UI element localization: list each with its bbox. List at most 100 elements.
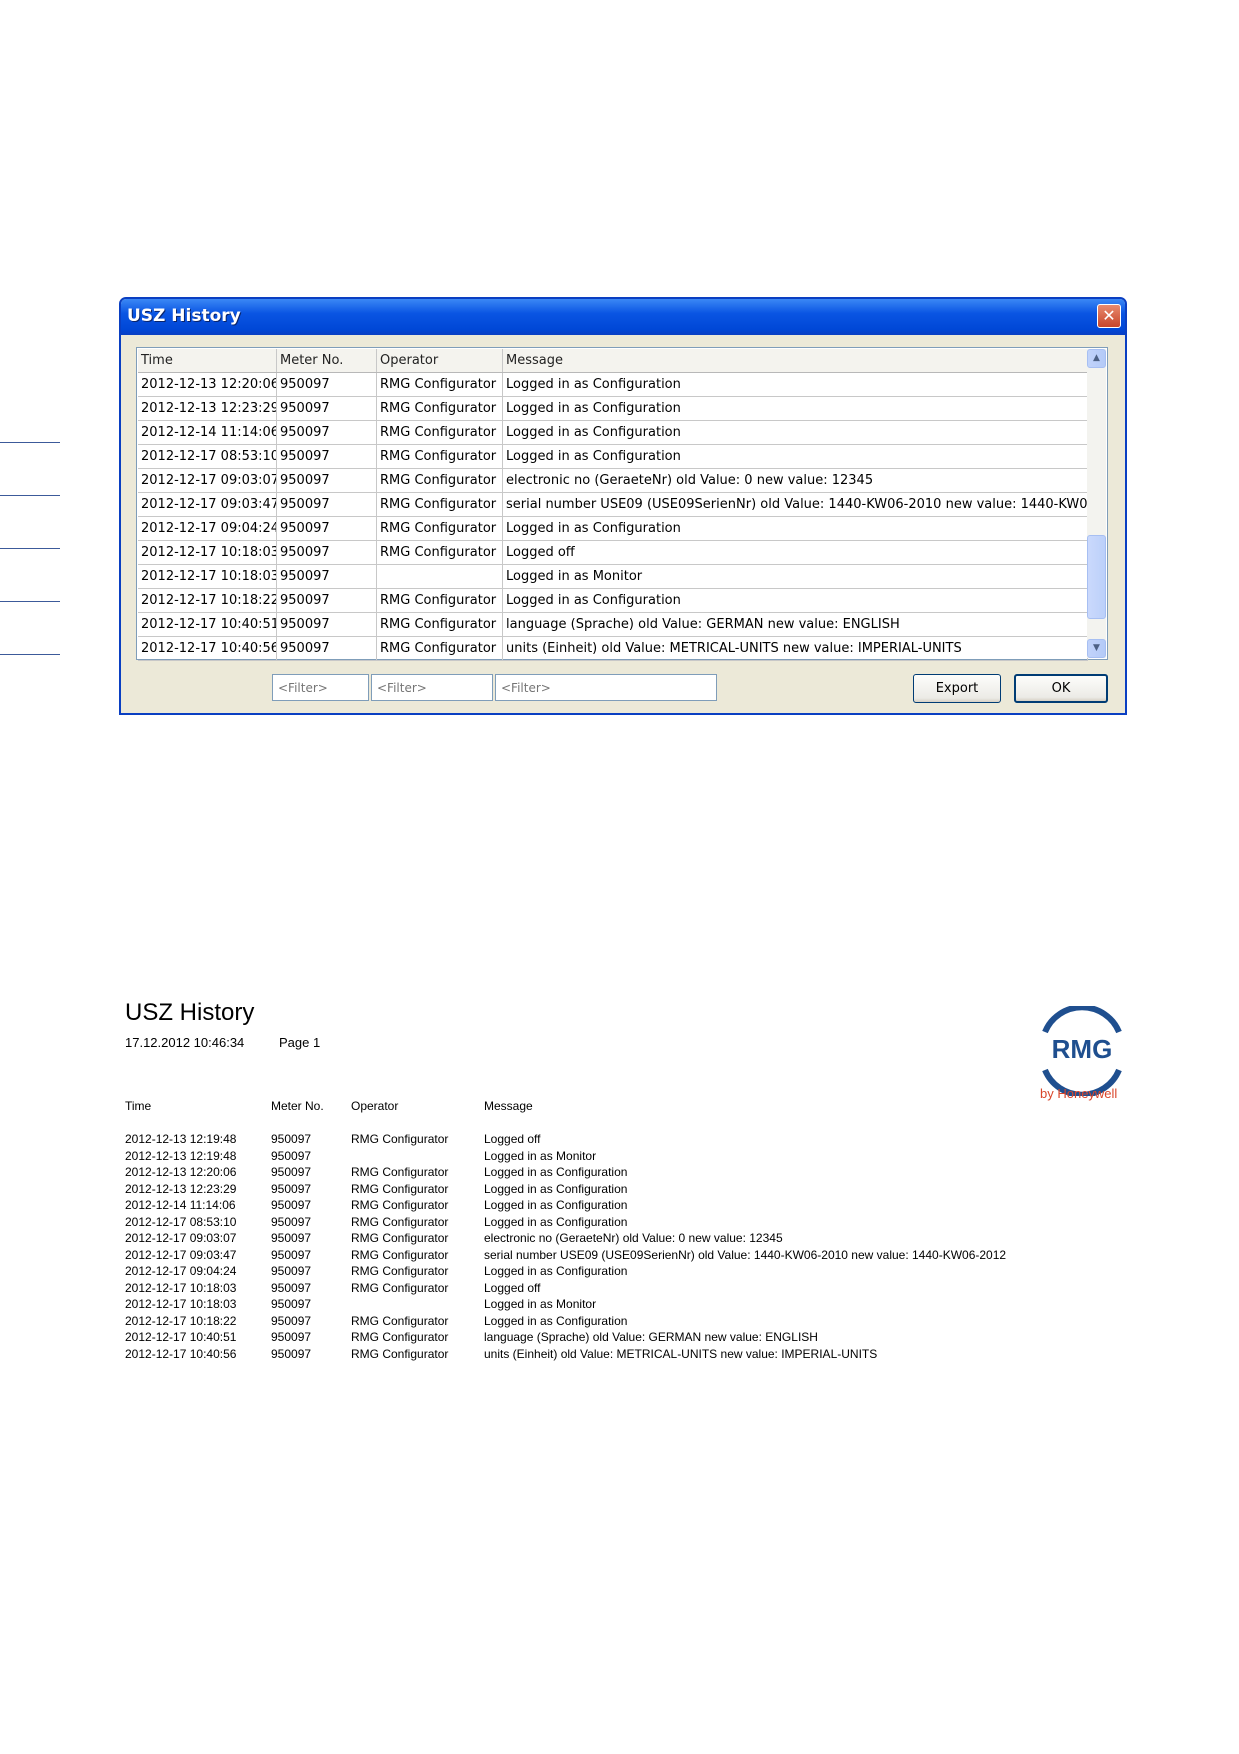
vertical-scrollbar[interactable]: ▲ ▼ [1087,349,1106,658]
list-item: 2012-12-17 10:40:56 950097 RMG Configurato… [125,1347,1104,1361]
scroll-up-icon[interactable]: ▲ [1087,349,1106,368]
cell-time: 2012-12-17 10:40:51 [138,613,277,636]
logo-arc-top [1042,1006,1122,1034]
cell-meter-no: 950097 [277,445,377,468]
table-row[interactable]: 2012-12-17 10:18:03 950097 RMG Configurato… [138,541,1088,565]
table-row[interactable]: 2012-12-13 12:20:06 950097 RMG Configurato… [138,373,1088,397]
title-bar[interactable]: USZ History ✕ [121,299,1125,335]
cell-operator: RMG Configurator [377,589,503,612]
list-item: 2012-12-17 10:18:03 950097 Logged in as Mo… [125,1297,1104,1311]
report-cell-message: Logged in as Configuration [484,1214,628,1229]
cell-operator: RMG Configurator [377,541,503,564]
report-cell-meter-no: 950097 [271,1264,312,1278]
report-cell-operator: RMG Configurator [351,1231,449,1245]
report-cell-time: 2012-12-17 09:04:24 [125,1264,237,1278]
cell-message: language (Sprache) old Value: GERMAN new… [503,613,1088,636]
report-col-message: Message [484,1099,533,1113]
cell-time: 2012-12-17 09:03:07 [138,469,277,492]
list-item: 2012-12-17 10:18:03 950097 RMG Configurato… [125,1281,1104,1295]
report-cell-operator: RMG Configurator [351,1165,449,1179]
table-row[interactable]: 2012-12-14 11:14:06 950097 RMG Configurato… [138,421,1088,445]
report-cell-operator [351,1149,484,1163]
export-button[interactable]: Export [913,674,1001,703]
report-header: Time Meter No. Operator Message [125,1099,1104,1113]
cell-time: 2012-12-14 11:14:06 [138,421,277,444]
table-row[interactable]: 2012-12-17 09:03:07 950097 RMG Configurato… [138,469,1088,493]
list-item: 2012-12-13 12:23:29 950097 RMG Configurato… [125,1182,1104,1196]
cell-meter-no: 950097 [277,421,377,444]
column-header-operator[interactable]: Operator [377,349,503,372]
table-row[interactable]: 2012-12-17 09:03:47 950097 RMG Configurato… [138,493,1088,517]
ok-button[interactable]: OK [1014,674,1108,703]
table-row[interactable]: 2012-12-17 10:40:51 950097 RMG Configurato… [138,613,1088,637]
cell-message: units (Einheit) old Value: METRICAL-UNIT… [503,637,1088,660]
report-cell-operator: RMG Configurator [351,1280,449,1295]
report-cell-message: Logged in as Configuration [484,1198,628,1212]
column-header-meter-no[interactable]: Meter No. [277,349,377,372]
cell-operator: RMG Configurator [377,613,503,636]
list-item: 2012-12-17 10:40:51 950097 RMG Configurato… [125,1330,1104,1344]
report-cell-time: 2012-12-17 08:53:10 [125,1214,237,1229]
cell-meter-no: 950097 [277,397,377,420]
report-cell-meter-no: 950097 [271,1148,312,1163]
report-cell-message: Logged in as Monitor [484,1148,597,1163]
table-row[interactable]: 2012-12-17 10:18:03 950097 Logged in as Mo… [138,565,1088,589]
list-item: 2012-12-17 08:53:10 950097 RMG Configurato… [125,1215,1104,1229]
cell-message: Logged in as Monitor [503,565,1088,588]
cell-meter-no: 950097 [277,469,377,492]
report-col-operator: Operator [351,1099,399,1113]
margin-mark [0,442,60,443]
report-cell-time: 2012-12-13 12:19:48 [125,1132,237,1146]
report-cell-operator: RMG Configurator [351,1181,449,1196]
list-item: 2012-12-13 12:19:48 950097 RMG Configurato… [125,1132,1104,1146]
report-cell-message: electronic no (GeraeteNr) old Value: 0 n… [484,1231,783,1245]
table-row[interactable]: 2012-12-17 08:53:10 950097 RMG Configurato… [138,445,1088,469]
table-row[interactable]: 2012-12-17 10:40:56 950097 RMG Configurato… [138,637,1088,661]
column-header-time[interactable]: Time [138,349,277,372]
list-item: 2012-12-17 09:03:47 950097 RMG Configurato… [125,1248,1104,1262]
cell-meter-no: 950097 [277,565,377,588]
report-cell-message: Logged in as Monitor [484,1297,597,1311]
cell-operator: RMG Configurator [377,373,503,396]
cell-message: Logged in as Configuration [503,373,1088,396]
margin-mark [0,495,60,496]
table-row[interactable]: 2012-12-17 09:04:24 950097 RMG Configurato… [138,517,1088,541]
report-col-meter-no: Meter No. [271,1099,324,1113]
cell-message: electronic no (GeraeteNr) old Value: 0 n… [503,469,1088,492]
rmg-logo: RMG [1042,1006,1122,1096]
report-cell-time: 2012-12-13 12:19:48 [125,1148,237,1163]
report-cell-message: Logged in as Configuration [484,1264,628,1278]
scroll-thumb[interactable] [1087,535,1106,619]
cell-meter-no: 950097 [277,517,377,540]
dialog-title: USZ History [127,306,241,326]
scroll-down-icon[interactable]: ▼ [1087,639,1106,658]
filter-message-input[interactable] [495,674,717,701]
report-cell-meter-no: 950097 [271,1313,312,1328]
cell-message: Logged in as Configuration [503,421,1088,444]
close-icon[interactable]: ✕ [1097,304,1121,328]
report-cell-time: 2012-12-17 10:18:03 [125,1280,237,1295]
report-page-number: Page 1 [279,1035,321,1050]
report-cell-time: 2012-12-17 10:40:51 [125,1330,237,1344]
table-row[interactable]: 2012-12-17 10:18:22 950097 RMG Configurato… [138,589,1088,613]
report-cell-operator: RMG Configurator [351,1247,449,1262]
cell-operator: RMG Configurator [377,493,503,516]
filter-operator-input[interactable] [371,674,493,701]
cell-operator: RMG Configurator [377,469,503,492]
margin-mark [0,548,60,549]
report-cell-meter-no: 950097 [271,1214,312,1229]
cell-operator: RMG Configurator [377,517,503,540]
report-cell-operator: RMG Configurator [351,1214,449,1229]
report-date: 17.12.2012 10:46:34 [125,1035,245,1050]
report-cell-meter-no: 950097 [271,1165,312,1179]
report-cell-operator: RMG Configurator [351,1330,449,1344]
history-grid: Time Meter No. Operator Message 2012-12-… [136,347,1108,661]
report-cell-message: Logged in as Configuration [484,1313,628,1328]
column-header-message[interactable]: Message [503,349,1088,372]
cell-time: 2012-12-17 10:18:03 [138,565,277,588]
cell-operator: RMG Configurator [377,445,503,468]
cell-time: 2012-12-17 10:18:22 [138,589,277,612]
cell-message: Logged in as Configuration [503,397,1088,420]
table-row[interactable]: 2012-12-13 12:23:29 950097 RMG Configurato… [138,397,1088,421]
filter-meter-no-input[interactable] [272,674,369,701]
